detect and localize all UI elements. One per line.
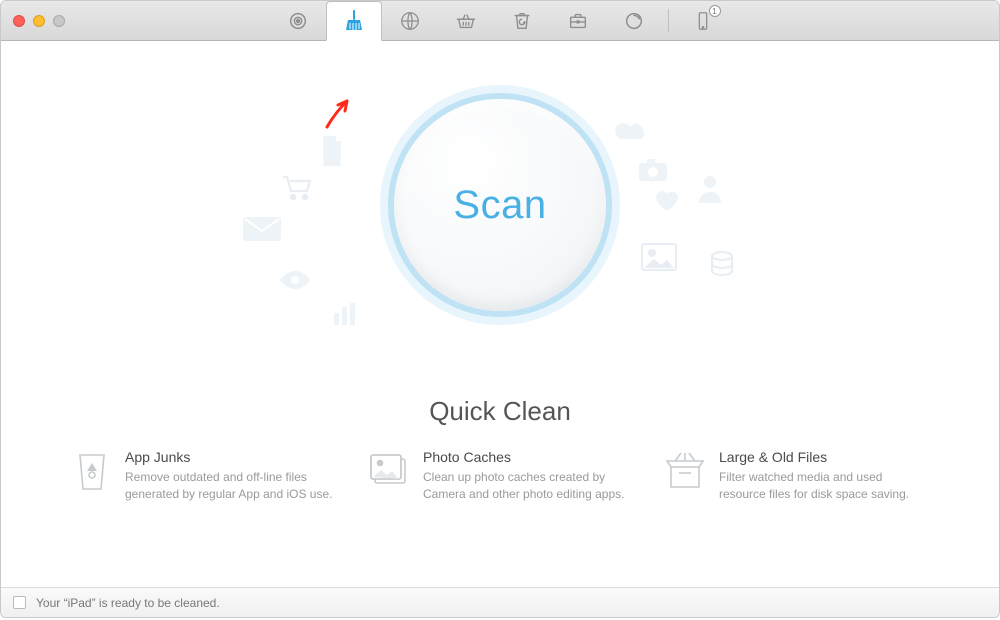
status-bar: Your “iPad” is ready to be cleaned. (1, 587, 999, 617)
zoom-window-button[interactable] (53, 15, 65, 27)
minimize-window-button[interactable] (33, 15, 45, 27)
main-content: Scan Quick Clean App Junks Remove outdat… (1, 41, 999, 587)
toolbar: 1 (91, 1, 909, 40)
app-window: 1 (0, 0, 1000, 618)
card-photo-caches: Photo Caches Clean up photo caches creat… (367, 449, 633, 504)
card-app-junks: App Junks Remove outdated and off-line f… (71, 449, 337, 504)
scan-button-label: Scan (453, 183, 546, 228)
card-desc: Clean up photo caches created by Camera … (423, 469, 633, 504)
window-controls (1, 1, 91, 40)
tab-device[interactable]: 1 (675, 1, 731, 40)
photos-icon (367, 449, 411, 491)
section-title: Quick Clean (429, 396, 571, 427)
tab-target[interactable] (270, 1, 326, 40)
card-title: App Junks (125, 449, 337, 465)
card-title: Photo Caches (423, 449, 633, 465)
feature-cards: App Junks Remove outdated and off-line f… (1, 449, 999, 504)
trash-recycle-icon (511, 10, 533, 32)
globe-icon (399, 10, 421, 32)
briefcase-icon (567, 10, 589, 32)
spinner-icon (623, 10, 645, 32)
card-large-old-files: Large & Old Files Filter watched media a… (663, 449, 929, 504)
card-desc: Remove outdated and off-line files gener… (125, 469, 337, 504)
tab-clean[interactable] (326, 1, 382, 41)
scan-button[interactable]: Scan (394, 99, 606, 311)
toolbar-right-spacer (909, 1, 999, 40)
status-message: Your “iPad” is ready to be cleaned. (36, 596, 220, 610)
box-icon (663, 449, 707, 491)
tab-optimize[interactable] (606, 1, 662, 40)
status-checkbox[interactable] (13, 596, 26, 609)
toolbar-group: 1 (270, 1, 731, 40)
tab-toolbox[interactable] (550, 1, 606, 40)
broom-icon (342, 9, 366, 33)
toolbar-divider (668, 9, 669, 32)
card-title: Large & Old Files (719, 449, 929, 465)
close-window-button[interactable] (13, 15, 25, 27)
tab-trash[interactable] (494, 1, 550, 40)
trash-icon (71, 449, 113, 491)
titlebar: 1 (1, 1, 999, 41)
basket-icon (455, 10, 477, 32)
tab-downloads[interactable] (438, 1, 494, 40)
target-icon (287, 10, 309, 32)
card-desc: Filter watched media and used resource f… (719, 469, 929, 504)
device-count-badge: 1 (709, 5, 721, 17)
scan-area: Scan (1, 59, 999, 311)
tab-internet[interactable] (382, 1, 438, 40)
